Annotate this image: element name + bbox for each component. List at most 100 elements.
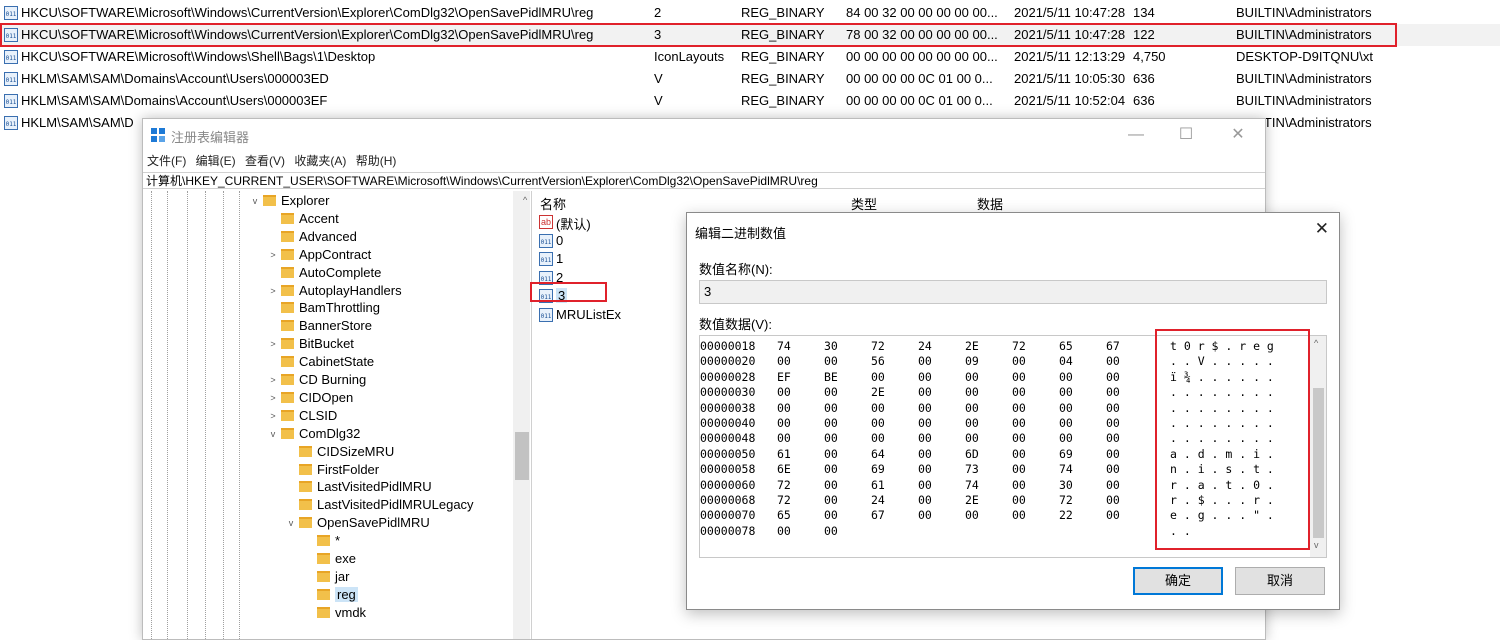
chevron-down-icon[interactable]: v [267,425,279,443]
tree-item-label: exe [335,551,356,566]
minimize-icon[interactable]: — [1113,122,1159,148]
hex-byte: 00 [1012,431,1026,446]
menu-favorites[interactable]: 收藏夹(A) [294,154,346,168]
tree-item-label: ComDlg32 [299,425,361,441]
hex-row[interactable]: 00000040 00 00 00 00 00 00 00 00 . . . . . . . . [700,416,1300,431]
hex-byte: 00 [965,508,979,523]
hex-row[interactable]: 00000068 72 00 24 00 2E 00 72 00 r . $ . . . r . [700,493,1300,508]
column-type-header[interactable]: 类型 [851,194,877,213]
hex-ascii: . . . . . . . . [1170,416,1274,430]
close-icon[interactable]: ✕ [1215,122,1261,148]
hex-row[interactable]: 00000028 EF BE 00 00 00 00 00 00 ï ¾ . . . . . . [700,370,1300,385]
svg-text:011: 011 [541,257,552,264]
hex-row[interactable]: 00000070 65 00 67 00 00 00 22 00 e . g . . . " . [700,508,1300,523]
address-bar[interactable]: 计算机\HKEY_CURRENT_USER\SOFTWARE\Microsoft… [143,172,1265,189]
hex-scrollbar-thumb[interactable] [1313,388,1324,538]
hex-byte: 00 [871,369,885,384]
hex-row[interactable]: 00000078 00 00 . . [700,524,1300,539]
hex-row[interactable]: 00000030 00 00 2E 00 00 00 00 00 . . . . . . . . [700,385,1300,400]
hex-byte: 00 [1059,416,1073,430]
hex-row[interactable]: 00000048 00 00 00 00 00 00 00 00 . . . . . . . . [700,431,1300,446]
folder-icon [317,535,330,547]
chevron-right-icon[interactable]: > [267,371,279,389]
menu-view[interactable]: 查看(V) [245,154,285,168]
hex-byte: 64 [871,446,885,461]
binary-value-icon: 011 [4,72,18,86]
cell-owner: BUILTIN\Administrators [1236,5,1372,20]
folder-icon [281,427,294,439]
hex-address: 00000020 [700,354,756,369]
folder-icon [281,409,294,421]
hex-byte: 00 [1012,446,1026,461]
tree-item-label: CIDSizeMRU [317,443,395,459]
cell-type: REG_BINARY [741,93,825,108]
tree-guide-line [167,191,168,639]
svg-text:011: 011 [6,121,17,128]
maximize-icon[interactable]: ☐ [1163,122,1209,148]
hex-byte: 2E [965,493,979,507]
tree-scrollbar-thumb[interactable] [515,432,529,480]
list-item[interactable]: 011 HKLM\SAM\SAM\Domains\Account\Users\00… [0,90,1500,112]
column-collapse-icon[interactable]: ^ [523,195,527,205]
chevron-right-icon[interactable]: > [267,246,279,264]
hex-byte: 00 [824,477,838,492]
hex-byte: 00 [1012,354,1026,369]
menu-help[interactable]: 帮助(H) [356,154,397,168]
list-item[interactable]: 011 HKCU\SOFTWARE\Microsoft\Windows\Shell… [0,46,1500,68]
hex-row[interactable]: 00000050 61 00 64 00 6D 00 69 00 a . d . m . i . [700,447,1300,462]
chevron-right-icon[interactable]: > [267,407,279,425]
hex-byte: 00 [1012,477,1026,492]
hex-byte: 00 [1059,385,1073,400]
hex-row[interactable]: 00000038 00 00 00 00 00 00 00 00 . . . . . . . . [700,401,1300,416]
value-name-field[interactable]: 3 [699,280,1327,304]
hex-row[interactable]: 00000018 74 30 72 24 2E 72 65 67 t 0 r $ . r e g [700,339,1300,354]
hex-address: 00000040 [700,416,756,430]
hex-byte: 00 [777,354,791,369]
list-item[interactable]: 011 HKCU\SOFTWARE\Microsoft\Windows\Curre… [0,2,1500,24]
hex-byte: 00 [1106,400,1120,415]
hex-row[interactable]: 00000058 6E 00 69 00 73 00 74 00 n . i . s . t . [700,462,1300,477]
cell-type: REG_BINARY [741,49,825,64]
tree-item-label: CD Burning [299,372,367,387]
tree-item-label: Accent [299,210,339,226]
tree-scrollbar[interactable] [513,191,530,639]
cancel-button[interactable]: 取消 [1235,567,1325,595]
hex-byte: 00 [1106,354,1120,369]
hex-editor[interactable]: ^ v 00000018 74 30 72 24 2E 72 65 67 t 0 r $ . r … [699,335,1327,558]
list-item[interactable]: 011 HKLM\SAM\SAM\Domains\Account\Users\00… [0,68,1500,90]
chevron-down-icon[interactable]: v [249,192,261,210]
hex-byte: 00 [1106,462,1120,477]
hex-byte: 72 [1012,339,1026,353]
hex-byte: 00 [824,462,838,477]
hex-byte: 00 [777,431,791,446]
hex-byte: 00 [1106,508,1120,523]
scroll-up-icon[interactable]: ^ [1314,338,1318,348]
chevron-right-icon[interactable]: > [267,389,279,407]
column-data-header[interactable]: 数据 [977,194,1003,213]
scroll-down-icon[interactable]: v [1314,540,1319,550]
hex-row[interactable]: 00000060 72 00 61 00 74 00 30 00 r . a . t . 0 . [700,478,1300,493]
svg-text:011: 011 [6,77,17,84]
folder-icon [317,570,330,582]
ok-button[interactable]: 确定 [1133,567,1223,595]
menu-edit[interactable]: 编辑(E) [196,154,236,168]
chevron-down-icon[interactable]: v [285,514,297,532]
hex-byte: 00 [918,493,932,507]
close-icon[interactable]: ✕ [1315,219,1329,239]
hex-row[interactable]: 00000020 00 00 56 00 09 00 04 00 . . V . . . . . [700,354,1300,369]
cell-size: 4,750 [1133,49,1166,64]
hex-byte: 72 [777,493,791,507]
menu-file[interactable]: 文件(F) [147,154,186,168]
hex-byte: 00 [871,400,885,415]
folder-icon [281,374,294,385]
chevron-right-icon[interactable]: > [267,282,279,300]
menu-bar: 文件(F) 编辑(E) 查看(V) 收藏夹(A) 帮助(H) [147,152,402,170]
folder-icon [317,553,330,564]
hex-byte: 00 [1012,508,1026,523]
chevron-right-icon[interactable]: > [267,335,279,353]
string-value-icon: ab [539,215,553,229]
svg-text:011: 011 [541,239,552,246]
tree-guide-line [151,191,152,639]
column-name-header[interactable]: 名称 [540,194,566,213]
list-item[interactable]: 011 HKCU\SOFTWARE\Microsoft\Windows\Curre… [0,24,1500,46]
